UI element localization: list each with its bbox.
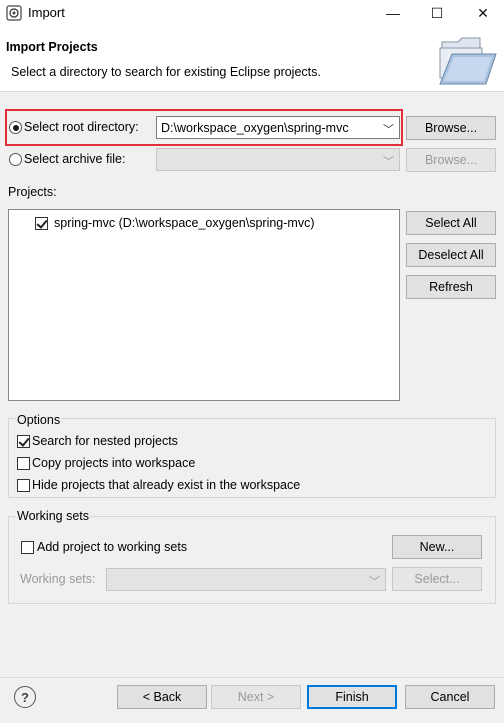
projects-list[interactable] [8, 209, 400, 401]
archive-file-combo[interactable]: ﹀ [156, 148, 400, 171]
root-directory-label[interactable]: Select root directory: [24, 120, 139, 134]
project-item-label[interactable]: spring-mvc (D:\workspace_oxygen\spring-m… [54, 216, 315, 230]
add-working-sets-checkbox[interactable] [21, 541, 34, 557]
finish-button[interactable]: Finish [307, 685, 397, 709]
project-checkbox[interactable] [35, 217, 48, 233]
refresh-button[interactable]: Refresh [406, 275, 496, 299]
browse-archive-button[interactable]: Browse... [406, 148, 496, 172]
eclipse-app-icon [6, 5, 22, 21]
root-directory-value: D:\workspace_oxygen\spring-mvc [161, 121, 349, 135]
chevron-down-icon: ﹀ [383, 124, 394, 136]
add-working-sets-label[interactable]: Add project to working sets [37, 540, 187, 554]
window-title: Import [28, 5, 65, 20]
working-sets-label: Working sets: [20, 572, 96, 586]
folder-import-icon [439, 37, 497, 85]
footer-separator [0, 677, 504, 678]
root-directory-combo[interactable]: D:\workspace_oxygen\spring-mvc ﹀ [156, 116, 400, 139]
cancel-button[interactable]: Cancel [405, 685, 495, 709]
close-button[interactable]: ✕ [466, 0, 500, 26]
archive-file-radio[interactable] [9, 153, 22, 169]
projects-label: Projects: [8, 185, 57, 199]
archive-file-label[interactable]: Select archive file: [24, 152, 125, 166]
page-title: Import Projects [6, 40, 98, 54]
hide-existing-checkbox[interactable] [17, 479, 30, 495]
wizard-banner [0, 26, 504, 92]
chevron-down-icon: ﹀ [383, 156, 394, 168]
options-legend: Options [16, 413, 62, 427]
browse-root-button[interactable]: Browse... [406, 116, 496, 140]
next-button[interactable]: Next > [211, 685, 301, 709]
copy-projects-label[interactable]: Copy projects into workspace [32, 456, 195, 470]
working-sets-combo[interactable]: ﹀ [106, 568, 386, 591]
chevron-down-icon: ﹀ [369, 576, 380, 588]
search-nested-checkbox[interactable] [17, 435, 30, 451]
new-working-set-button[interactable]: New... [392, 535, 482, 559]
copy-projects-checkbox[interactable] [17, 457, 30, 473]
minimize-button[interactable]: — [376, 0, 410, 26]
maximize-button[interactable]: ☐ [420, 0, 454, 26]
working-sets-legend: Working sets [16, 509, 91, 523]
select-working-sets-button[interactable]: Select... [392, 567, 482, 591]
root-directory-radio[interactable] [9, 121, 22, 137]
hide-existing-label[interactable]: Hide projects that already exist in the … [32, 478, 300, 492]
select-all-button[interactable]: Select All [406, 211, 496, 235]
page-description: Select a directory to search for existin… [11, 65, 321, 79]
search-nested-label[interactable]: Search for nested projects [32, 434, 178, 448]
help-icon[interactable]: ? [14, 686, 36, 708]
deselect-all-button[interactable]: Deselect All [406, 243, 496, 267]
back-button[interactable]: < Back [117, 685, 207, 709]
